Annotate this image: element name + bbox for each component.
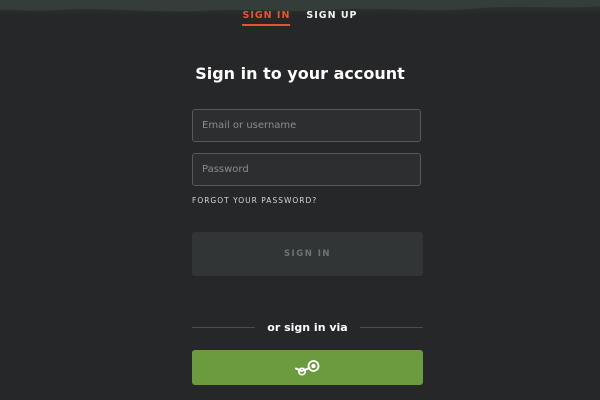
page-title: Sign in to your account	[195, 64, 405, 83]
divider-line-left	[192, 327, 256, 328]
divider-line-right	[359, 327, 423, 328]
social-divider: or sign in via	[192, 321, 423, 334]
steam-sign-in-button[interactable]	[192, 350, 423, 385]
steam-icon	[294, 359, 321, 377]
tab-sign-up[interactable]: SIGN UP	[306, 10, 357, 26]
auth-tabs: SIGN IN SIGN UP	[0, 10, 600, 26]
tab-sign-in[interactable]: SIGN IN	[242, 10, 291, 26]
sign-in-button[interactable]: SIGN IN	[192, 232, 423, 276]
login-page: SIGN IN SIGN UP Sign in to your account …	[0, 0, 600, 400]
email-field[interactable]	[192, 109, 421, 142]
forgot-password-link[interactable]: FORGOT YOUR PASSWORD?	[192, 196, 317, 205]
password-field[interactable]	[192, 153, 421, 186]
divider-label: or sign in via	[267, 321, 348, 334]
